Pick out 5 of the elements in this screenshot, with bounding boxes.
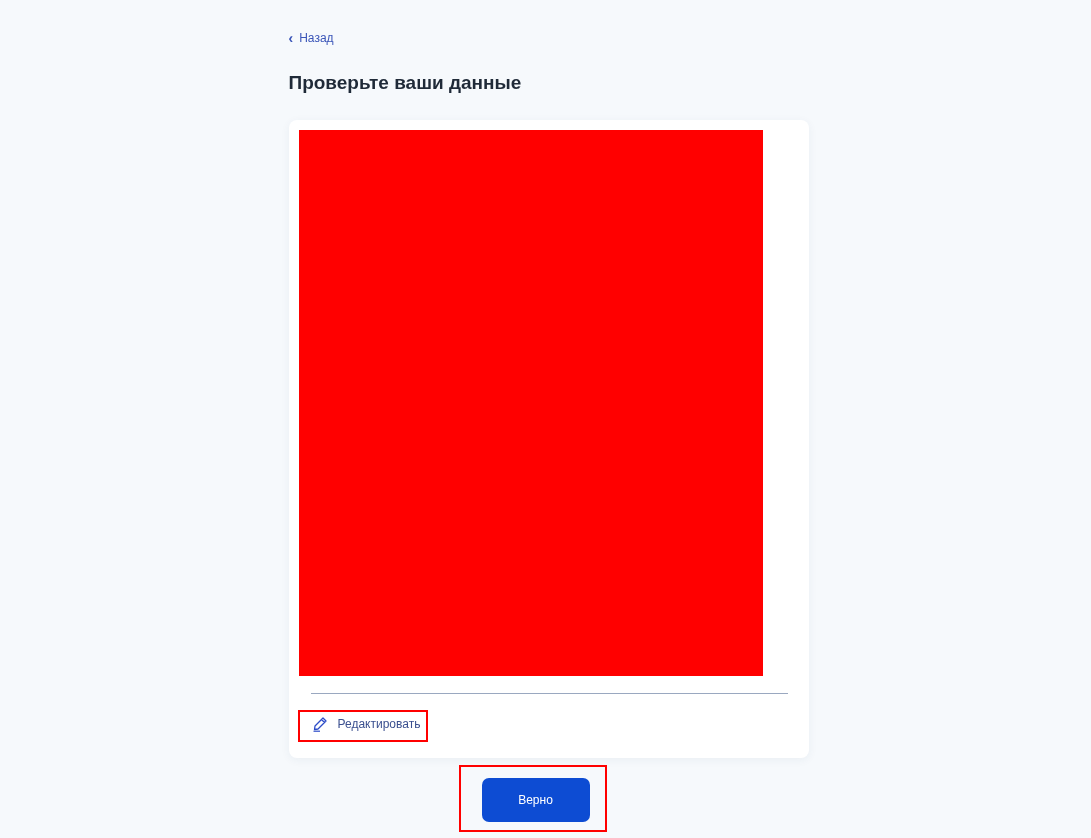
back-link[interactable]: ‹ Назад [288, 30, 334, 46]
confirm-button[interactable]: Верно [481, 778, 590, 822]
page-title: Проверьте ваши данные [288, 72, 523, 94]
pencil-icon [311, 716, 328, 732]
edit-link[interactable]: Редактировать [311, 716, 421, 732]
